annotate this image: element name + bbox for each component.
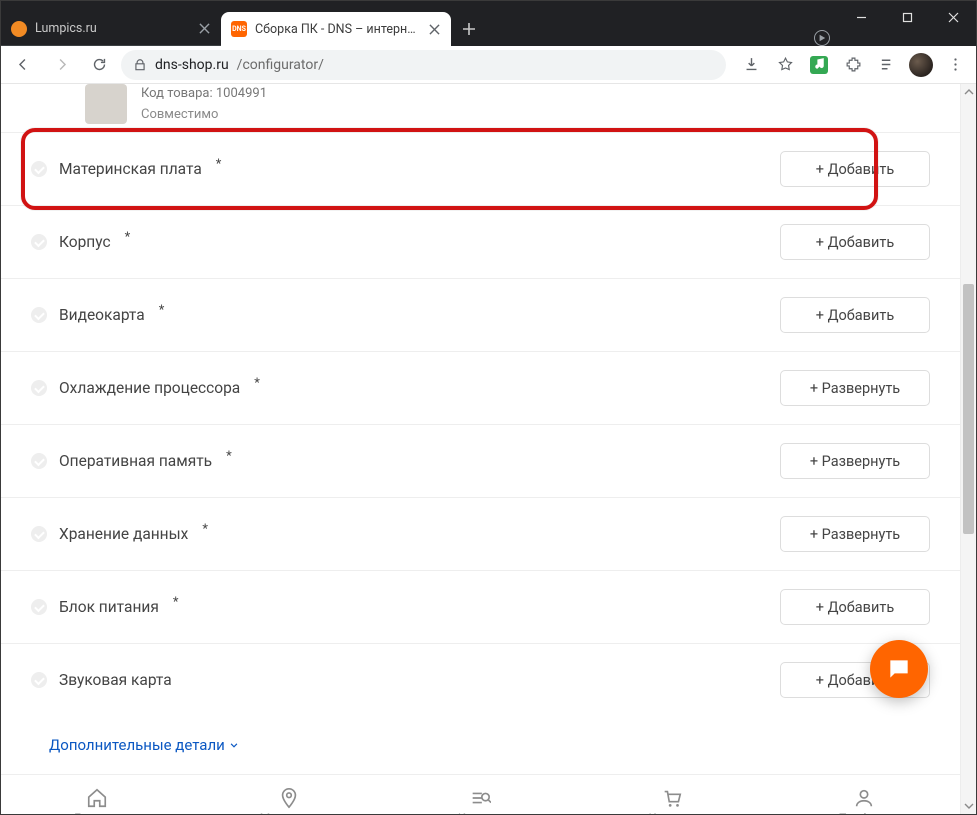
chevron-down-icon — [227, 738, 241, 752]
bottom-nav-profile[interactable]: Профиль — [768, 775, 960, 814]
required-star-icon: * — [202, 522, 208, 537]
close-tab-icon[interactable] — [427, 22, 441, 36]
status-bullet-icon — [31, 161, 47, 177]
favicon-dns: DNS — [231, 21, 247, 37]
bookmark-icon[interactable] — [770, 50, 800, 80]
favicon-lumpics — [11, 21, 27, 37]
bottom-nav-label: Каталог — [458, 811, 503, 815]
category-row-5: Хранение данных * + Развернуть — [1, 497, 960, 570]
product-thumbnail — [85, 84, 127, 124]
category-row-0: Материнская плата * + Добавить — [1, 132, 960, 205]
minimize-button[interactable] — [838, 1, 884, 33]
required-star-icon: * — [125, 230, 131, 245]
category-action-button[interactable]: + Развернуть — [780, 443, 930, 479]
addressbar: dns-shop.ru/configurator/ — [1, 46, 976, 84]
home-icon — [86, 787, 108, 809]
required-star-icon: * — [226, 449, 232, 464]
selected-product-header: Код товара: 1004991 Совместимо — [1, 84, 960, 132]
category-action-button[interactable]: + Добавить — [780, 589, 930, 625]
bottom-nav-label: Корзина — [648, 811, 696, 815]
maximize-button[interactable] — [884, 1, 930, 33]
category-action-button[interactable]: + Развернуть — [780, 516, 930, 552]
new-tab-button[interactable] — [455, 15, 483, 43]
media-indicator[interactable] — [808, 30, 836, 46]
required-star-icon: * — [254, 376, 260, 391]
scroll-down-arrow[interactable] — [961, 798, 976, 814]
install-app-icon[interactable] — [736, 50, 766, 80]
scroll-up-arrow[interactable] — [961, 84, 976, 100]
status-bullet-icon — [31, 526, 47, 542]
product-compat: Совместимо — [141, 107, 267, 122]
reload-button[interactable] — [83, 49, 115, 81]
category-action-button[interactable]: + Добавить — [780, 297, 930, 333]
scroll-thumb[interactable] — [963, 284, 974, 534]
category-row-2: Видеокарта * + Добавить — [1, 278, 960, 351]
required-star-icon: * — [216, 157, 222, 172]
pin-icon — [278, 787, 300, 809]
tab-title: Lumpics.ru — [35, 21, 189, 36]
category-name: Видеокарта — [59, 306, 145, 324]
status-bullet-icon — [31, 453, 47, 469]
bottom-nav-catalog[interactable]: Каталог — [385, 775, 577, 814]
reading-list-icon[interactable] — [872, 50, 902, 80]
category-name: Материнская плата — [59, 160, 202, 178]
music-extension-icon[interactable] — [804, 50, 834, 80]
url-host: dns-shop.ru — [155, 57, 229, 73]
forward-button[interactable] — [45, 49, 77, 81]
vertical-scrollbar[interactable] — [960, 84, 976, 814]
extra-details-label: Дополнительные детали — [49, 736, 225, 754]
status-bullet-icon — [31, 672, 47, 688]
category-name: Хранение данных — [59, 525, 188, 543]
category-name: Корпус — [59, 233, 111, 251]
menu-icon[interactable] — [940, 50, 970, 80]
category-action-button[interactable]: + Добавить — [780, 224, 930, 260]
status-bullet-icon — [31, 380, 47, 396]
chat-fab[interactable] — [870, 640, 928, 698]
category-row-6: Блок питания * + Добавить — [1, 570, 960, 643]
category-row-3: Охлаждение процессора * + Развернуть — [1, 351, 960, 424]
status-bullet-icon — [31, 234, 47, 250]
browser-tab-1[interactable]: DNS Сборка ПК - DNS – интернет ма — [221, 12, 451, 46]
category-action-button[interactable]: + Развернуть — [780, 370, 930, 406]
category-row-1: Корпус * + Добавить — [1, 205, 960, 278]
catalog-icon — [469, 787, 491, 809]
category-row-4: Оперативная память * + Развернуть — [1, 424, 960, 497]
category-name: Звуковая карта — [59, 671, 172, 689]
url-path: /configurator/ — [237, 57, 324, 73]
tab-title: Сборка ПК - DNS – интернет ма — [255, 22, 419, 37]
bottom-nav-label: Главная — [74, 811, 120, 815]
profile-icon — [853, 787, 875, 809]
lock-icon — [133, 58, 147, 72]
status-bullet-icon — [31, 307, 47, 323]
url-box[interactable]: dns-shop.ru/configurator/ — [121, 50, 726, 80]
required-star-icon: * — [173, 595, 179, 610]
extra-details-link[interactable]: Дополнительные детали — [1, 716, 960, 774]
required-star-icon: * — [159, 303, 165, 318]
bottom-nav: Главная Магазины Каталог Корзина Профиль — [1, 774, 960, 814]
back-button[interactable] — [7, 49, 39, 81]
chat-icon — [886, 656, 912, 682]
profile-avatar[interactable] — [906, 50, 936, 80]
bottom-nav-label: Профиль — [838, 811, 889, 815]
close-tab-icon[interactable] — [197, 22, 211, 36]
close-window-button[interactable] — [930, 1, 976, 33]
bottom-nav-cart[interactable]: Корзина — [576, 775, 768, 814]
category-action-button[interactable]: + Добавить — [780, 151, 930, 187]
category-name: Охлаждение процессора — [59, 379, 240, 397]
extensions-icon[interactable] — [838, 50, 868, 80]
titlebar: Lumpics.ru DNS Сборка ПК - DNS – интерне… — [1, 1, 976, 46]
bottom-nav-home[interactable]: Главная — [1, 775, 193, 814]
status-bullet-icon — [31, 599, 47, 615]
cart-icon — [661, 787, 683, 809]
category-name: Блок питания — [59, 598, 159, 616]
product-code: Код товара: 1004991 — [141, 86, 267, 101]
bottom-nav-pin[interactable]: Магазины — [193, 775, 385, 814]
category-name: Оперативная память — [59, 452, 212, 470]
browser-tab-0[interactable]: Lumpics.ru — [1, 12, 221, 46]
category-row-7: Звуковая карта+ Добавить — [1, 643, 960, 716]
bottom-nav-label: Магазины — [260, 811, 318, 815]
